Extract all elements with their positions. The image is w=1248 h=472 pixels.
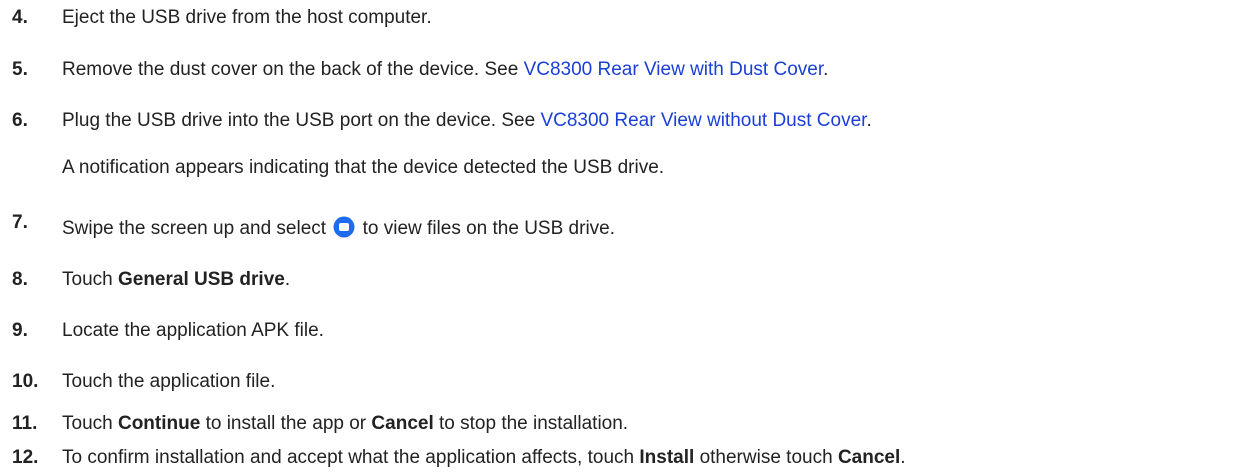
rear-view-no-dust-cover-link[interactable]: VC8300 Rear View without Dust Cover — [540, 110, 866, 131]
step-text: Plug the USB drive into the USB port on … — [62, 109, 872, 133]
step-text: Swipe the screen up and select to view f… — [62, 216, 615, 241]
step-number: 11. — [12, 413, 38, 434]
continue-label: Continue — [117, 413, 201, 434]
step-number: 5. — [12, 59, 28, 80]
install-label: Install — [639, 447, 695, 468]
step-text: Eject the USB drive from the host comput… — [62, 7, 432, 28]
step-text-part: to install the app or — [200, 413, 372, 434]
step-text: Remove the dust cover on the back of the… — [62, 58, 828, 82]
step-text: Locate the application APK file. — [62, 320, 324, 341]
files-app-icon — [333, 216, 355, 238]
step-text-part: otherwise touch — [694, 447, 838, 468]
step-text-part: . — [284, 269, 291, 290]
step-text-part: to view files on the USB drive. — [357, 218, 616, 239]
step-number: 12. — [12, 447, 39, 468]
step-number: 9. — [12, 320, 28, 341]
step-text-part: Remove the dust cover on the back of the… — [62, 59, 524, 80]
step-text-part: . — [866, 110, 872, 131]
cancel-label: Cancel — [371, 413, 434, 434]
step-text-part: Touch — [62, 413, 118, 434]
step-text-part: to stop the installation. — [433, 413, 629, 434]
step-number: 7. — [12, 212, 28, 233]
step-text-part: Swipe the screen up and select — [62, 218, 332, 239]
step-number: 10. — [12, 371, 39, 392]
cancel-label: Cancel — [837, 447, 901, 468]
rear-view-dust-cover-link[interactable]: VC8300 Rear View with Dust Cover — [524, 59, 824, 80]
step-number: 8. — [12, 269, 28, 290]
general-usb-drive-label: General USB drive — [117, 269, 285, 290]
step-text-part: Plug the USB drive into the USB port on … — [62, 110, 541, 131]
step-text-part: To confirm installation and accept what … — [62, 447, 640, 468]
step-text: To confirm installation and accept what … — [62, 446, 906, 470]
step-text: Touch Continue to install the app or Can… — [62, 412, 628, 436]
step-6-note: A notification appears indicating that t… — [62, 157, 665, 178]
step-text-part: . — [900, 447, 906, 468]
procedure-steps: 4. Eject the USB drive from the host com… — [0, 0, 1248, 472]
step-number: 4. — [12, 7, 28, 28]
step-text: Touch the application file. — [62, 371, 276, 392]
step-text: Touch General USB drive. — [62, 268, 290, 292]
step-number: 6. — [12, 110, 28, 131]
step-text-part: . — [823, 59, 829, 80]
step-text-part: Touch — [62, 269, 118, 290]
